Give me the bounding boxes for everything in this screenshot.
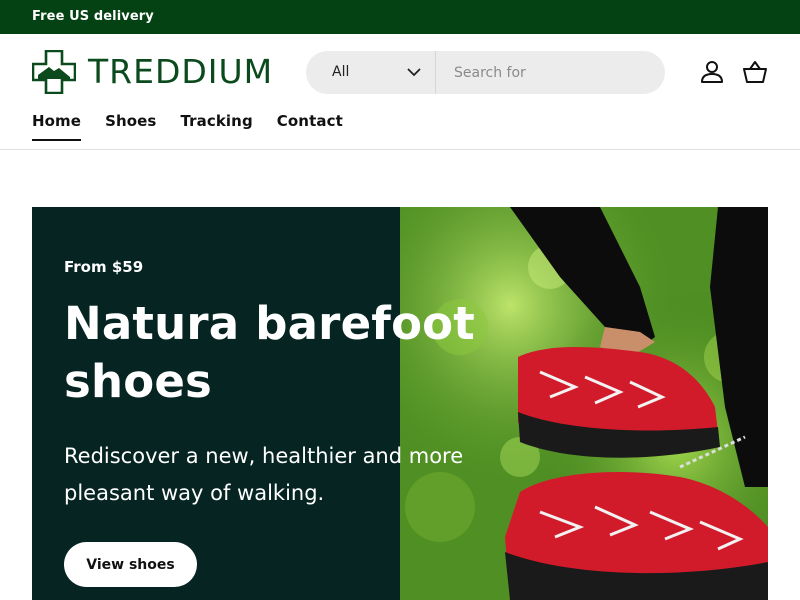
nav-item-home[interactable]: Home [32, 112, 82, 141]
hero-title: Natura barefoot shoes [64, 297, 476, 408]
nav-divider [0, 149, 800, 150]
nav-item-contact[interactable]: Contact [277, 112, 343, 141]
account-icon[interactable] [699, 59, 725, 85]
basket-icon[interactable] [742, 59, 768, 85]
hero-banner: From $59 Natura barefoot shoes Rediscove… [32, 207, 768, 600]
view-shoes-button[interactable]: View shoes [64, 542, 197, 587]
chevron-down-icon [407, 68, 421, 77]
category-select-value: All [332, 64, 350, 80]
announcement-text: Free US delivery [32, 9, 154, 24]
nav-item-shoes[interactable]: Shoes [105, 112, 156, 141]
brand-name: TREDDIUM [88, 52, 274, 91]
nav-item-tracking[interactable]: Tracking [180, 112, 252, 141]
hero-subtitle: Rediscover a new, healthier and more ple… [64, 444, 464, 505]
logo[interactable]: TREDDIUM [32, 50, 273, 94]
main-nav: Home Shoes Tracking Contact [32, 112, 367, 141]
search-bar: All [306, 51, 665, 94]
announcement-bar: Free US delivery [0, 0, 800, 34]
search-input[interactable] [436, 51, 665, 94]
logo-cross-shoe-icon [32, 50, 76, 94]
category-select[interactable]: All [306, 51, 436, 94]
hero-eyebrow: From $59 [64, 258, 144, 276]
